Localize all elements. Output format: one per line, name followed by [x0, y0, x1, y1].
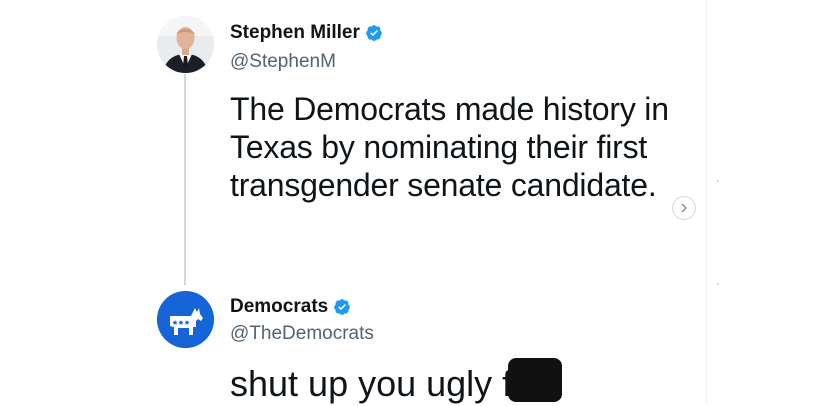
faint-dot — [717, 180, 719, 182]
chevron-right-icon — [681, 203, 687, 213]
next-button[interactable] — [672, 196, 696, 220]
author-name-text[interactable]: Stephen Miller — [230, 22, 360, 44]
thread-connector-line — [184, 74, 186, 285]
author-handle-democrats[interactable]: @TheDemocrats — [230, 323, 374, 345]
author-handle-stephen-miller[interactable]: @StephenM — [230, 51, 336, 73]
verified-badge-icon — [334, 299, 351, 315]
panel-divider — [706, 0, 707, 404]
author-name-democrats[interactable]: Democrats — [230, 296, 351, 318]
avatar-stephen-miller[interactable] — [157, 16, 214, 73]
reply-text-visible: shut up you ugly f — [230, 363, 513, 404]
faint-dot — [717, 283, 719, 285]
tweet-text: The Democrats made history in Texas by n… — [230, 91, 669, 203]
author-name-stephen-miller[interactable]: Stephen Miller — [230, 22, 383, 44]
redaction-block — [508, 358, 563, 402]
verified-badge-icon — [365, 25, 382, 41]
tweet-thread-card: Stephen Miller @StephenM The Democrats m… — [0, 0, 706, 404]
author-name-text[interactable]: Democrats — [230, 296, 328, 318]
reply-text: shut up you ugly f — [230, 358, 563, 406]
avatar-democrats[interactable] — [157, 291, 214, 348]
donkey-logo — [157, 291, 214, 348]
